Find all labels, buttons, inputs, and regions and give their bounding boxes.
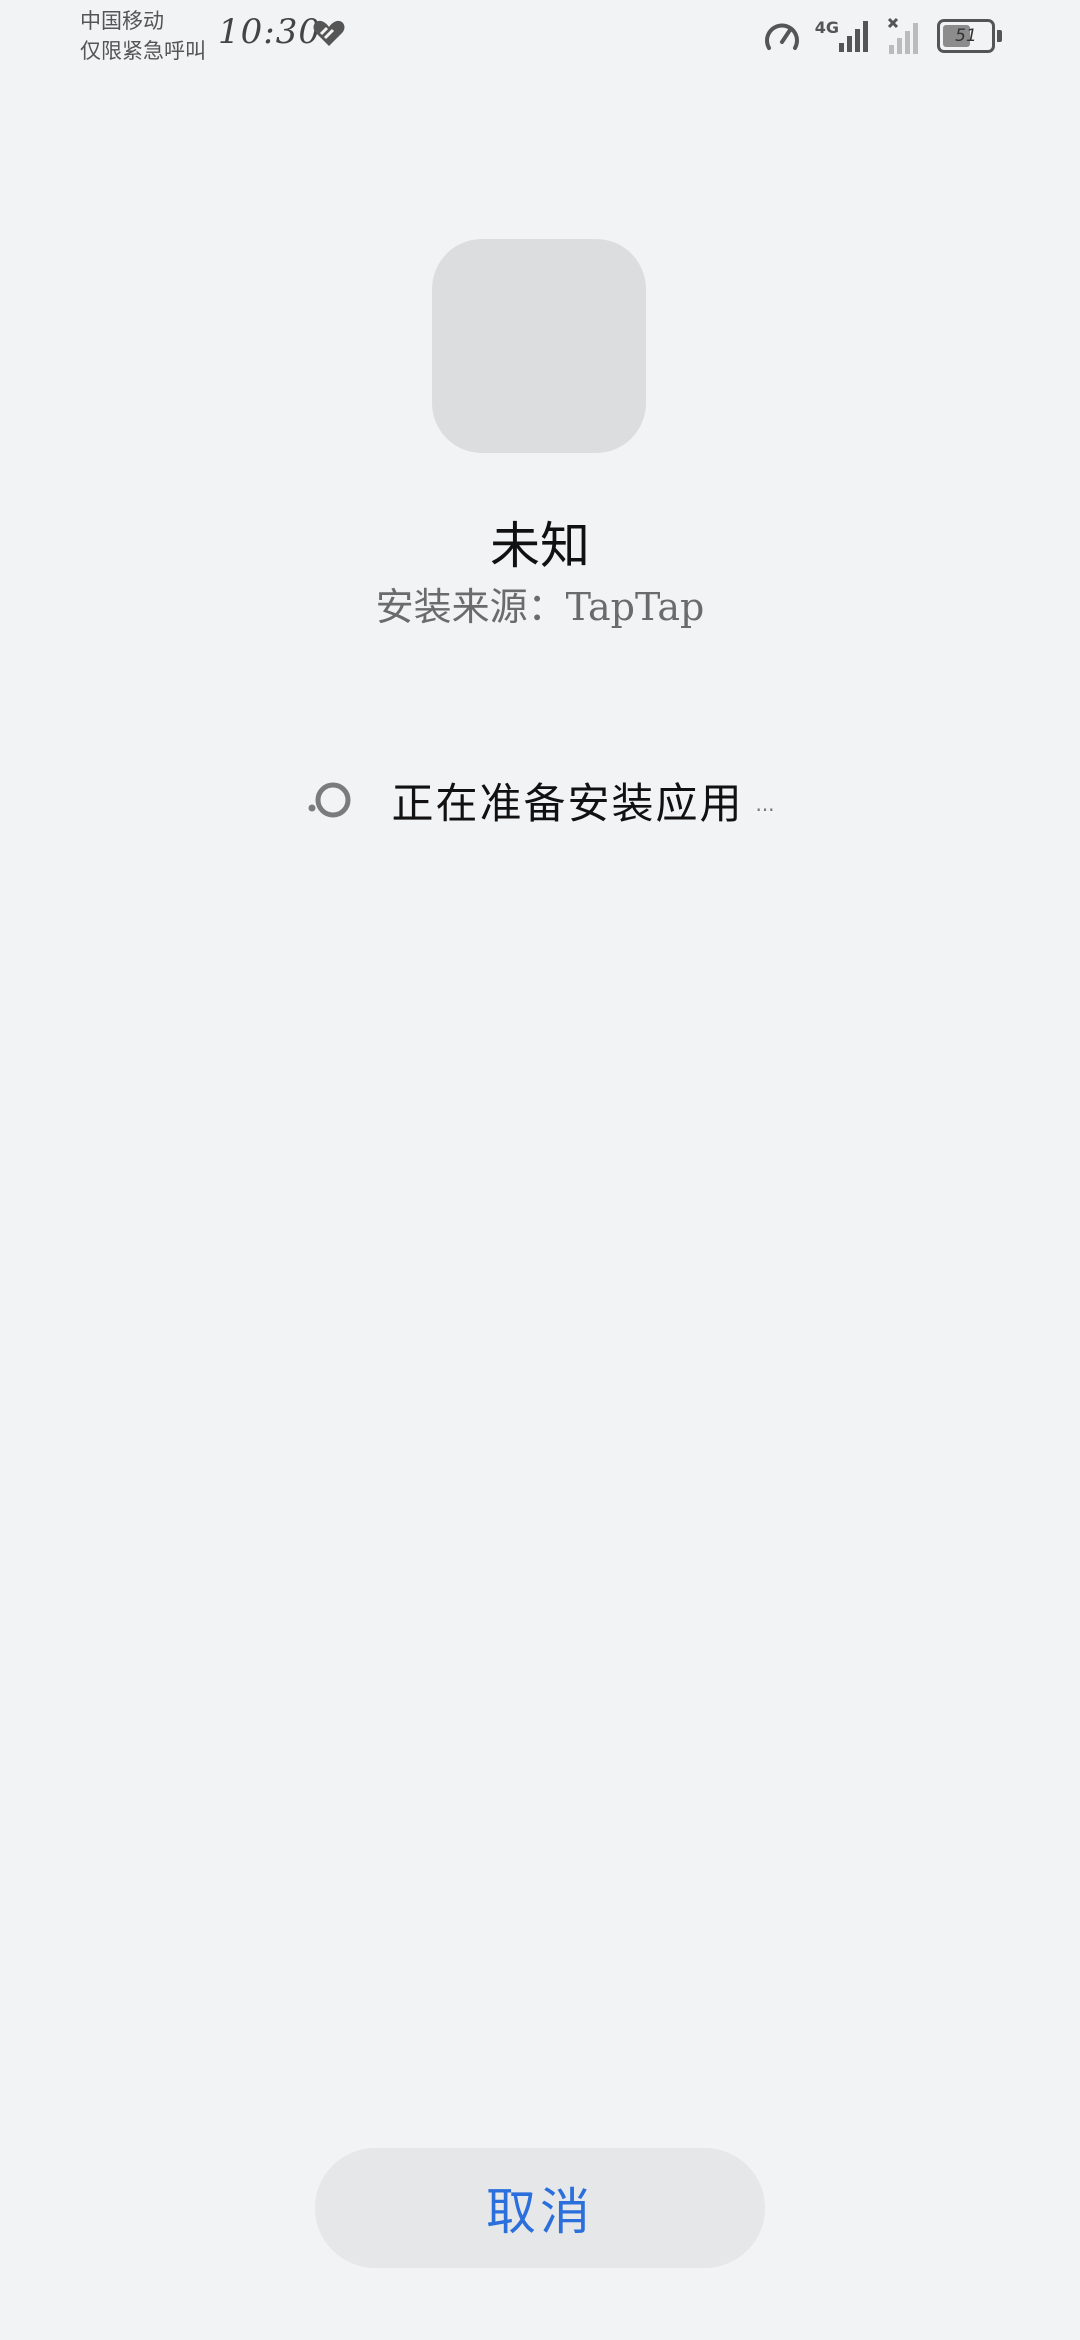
install-source: 安装来源：TapTap [375, 585, 705, 629]
loading-spinner-icon [308, 782, 351, 818]
battery-level: 51 [955, 26, 977, 46]
progress-ellipsis: ... [755, 792, 775, 816]
install-progress: 正在准备安装应用 ... [0, 770, 1080, 830]
emergency-only-label: 仅限紧急呼叫 [80, 39, 206, 63]
app-icon-placeholder [432, 239, 646, 453]
network-type-label: 4G [814, 18, 839, 37]
status-icons: 4G 51 [749, 14, 1002, 58]
cancel-button[interactable]: 取消 [315, 2148, 765, 2268]
status-clock: 10:30 [218, 12, 321, 52]
heart-icon [313, 20, 345, 46]
no-signal-icon [887, 17, 918, 54]
carrier-info: 中国移动 仅限紧急呼叫 [80, 6, 206, 66]
carrier-name: 中国移动 [80, 9, 164, 33]
progress-text: 正在准备安装应用 [391, 778, 744, 828]
signal-icon [839, 21, 868, 52]
status-bar: 中国移动 仅限紧急呼叫 10:30 4G 51 [0, 0, 1080, 72]
app-name: 未知 [490, 517, 590, 575]
speed-gauge-icon [764, 23, 799, 50]
battery-icon: 51 [937, 19, 1002, 53]
cancel-button-label: 取消 [486, 2183, 594, 2241]
